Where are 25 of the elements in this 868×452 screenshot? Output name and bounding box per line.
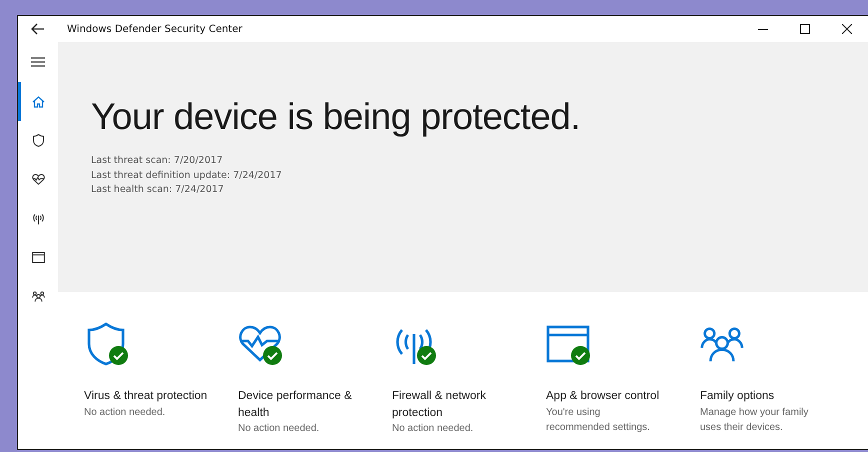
shield-icon[interactable] — [32, 134, 44, 147]
people-icon[interactable] — [32, 290, 44, 303]
menu-icon[interactable] — [31, 57, 45, 67]
tile-title[interactable]: Virus & threat protection — [84, 388, 212, 404]
status-heading: Your device is being protected. — [91, 96, 582, 138]
tile-title[interactable]: Family options — [700, 388, 828, 404]
maximize-icon[interactable] — [800, 24, 810, 34]
heart-icon[interactable] — [32, 173, 44, 186]
scan-info: Last threat scan: 7/20/2017 — [91, 154, 224, 168]
tile-status: No action needed. — [238, 422, 320, 436]
tile-title[interactable]: Firewall & network protection — [392, 388, 520, 421]
scan-info: Last threat definition update: 7/24/2017 — [91, 168, 283, 182]
home-icon[interactable] — [32, 96, 44, 108]
tile-status: You're using recommended settings. — [546, 406, 651, 434]
window-title: Windows Defender Security Center — [66, 24, 244, 34]
tile-title[interactable]: App & browser control — [546, 388, 674, 404]
back-arrow-icon[interactable] — [31, 23, 45, 35]
tile-status: No action needed. — [84, 406, 166, 420]
browser-window-icon[interactable] — [32, 251, 44, 264]
scan-info: Last health scan: 7/24/2017 — [91, 183, 225, 197]
tile-status: Manage how your family uses their devices. — [700, 406, 810, 434]
close-icon[interactable] — [842, 24, 852, 34]
tile-status: No action needed. — [392, 422, 474, 436]
tile-title[interactable]: Device performance & health — [238, 388, 366, 421]
antenna-icon[interactable] — [32, 212, 44, 225]
